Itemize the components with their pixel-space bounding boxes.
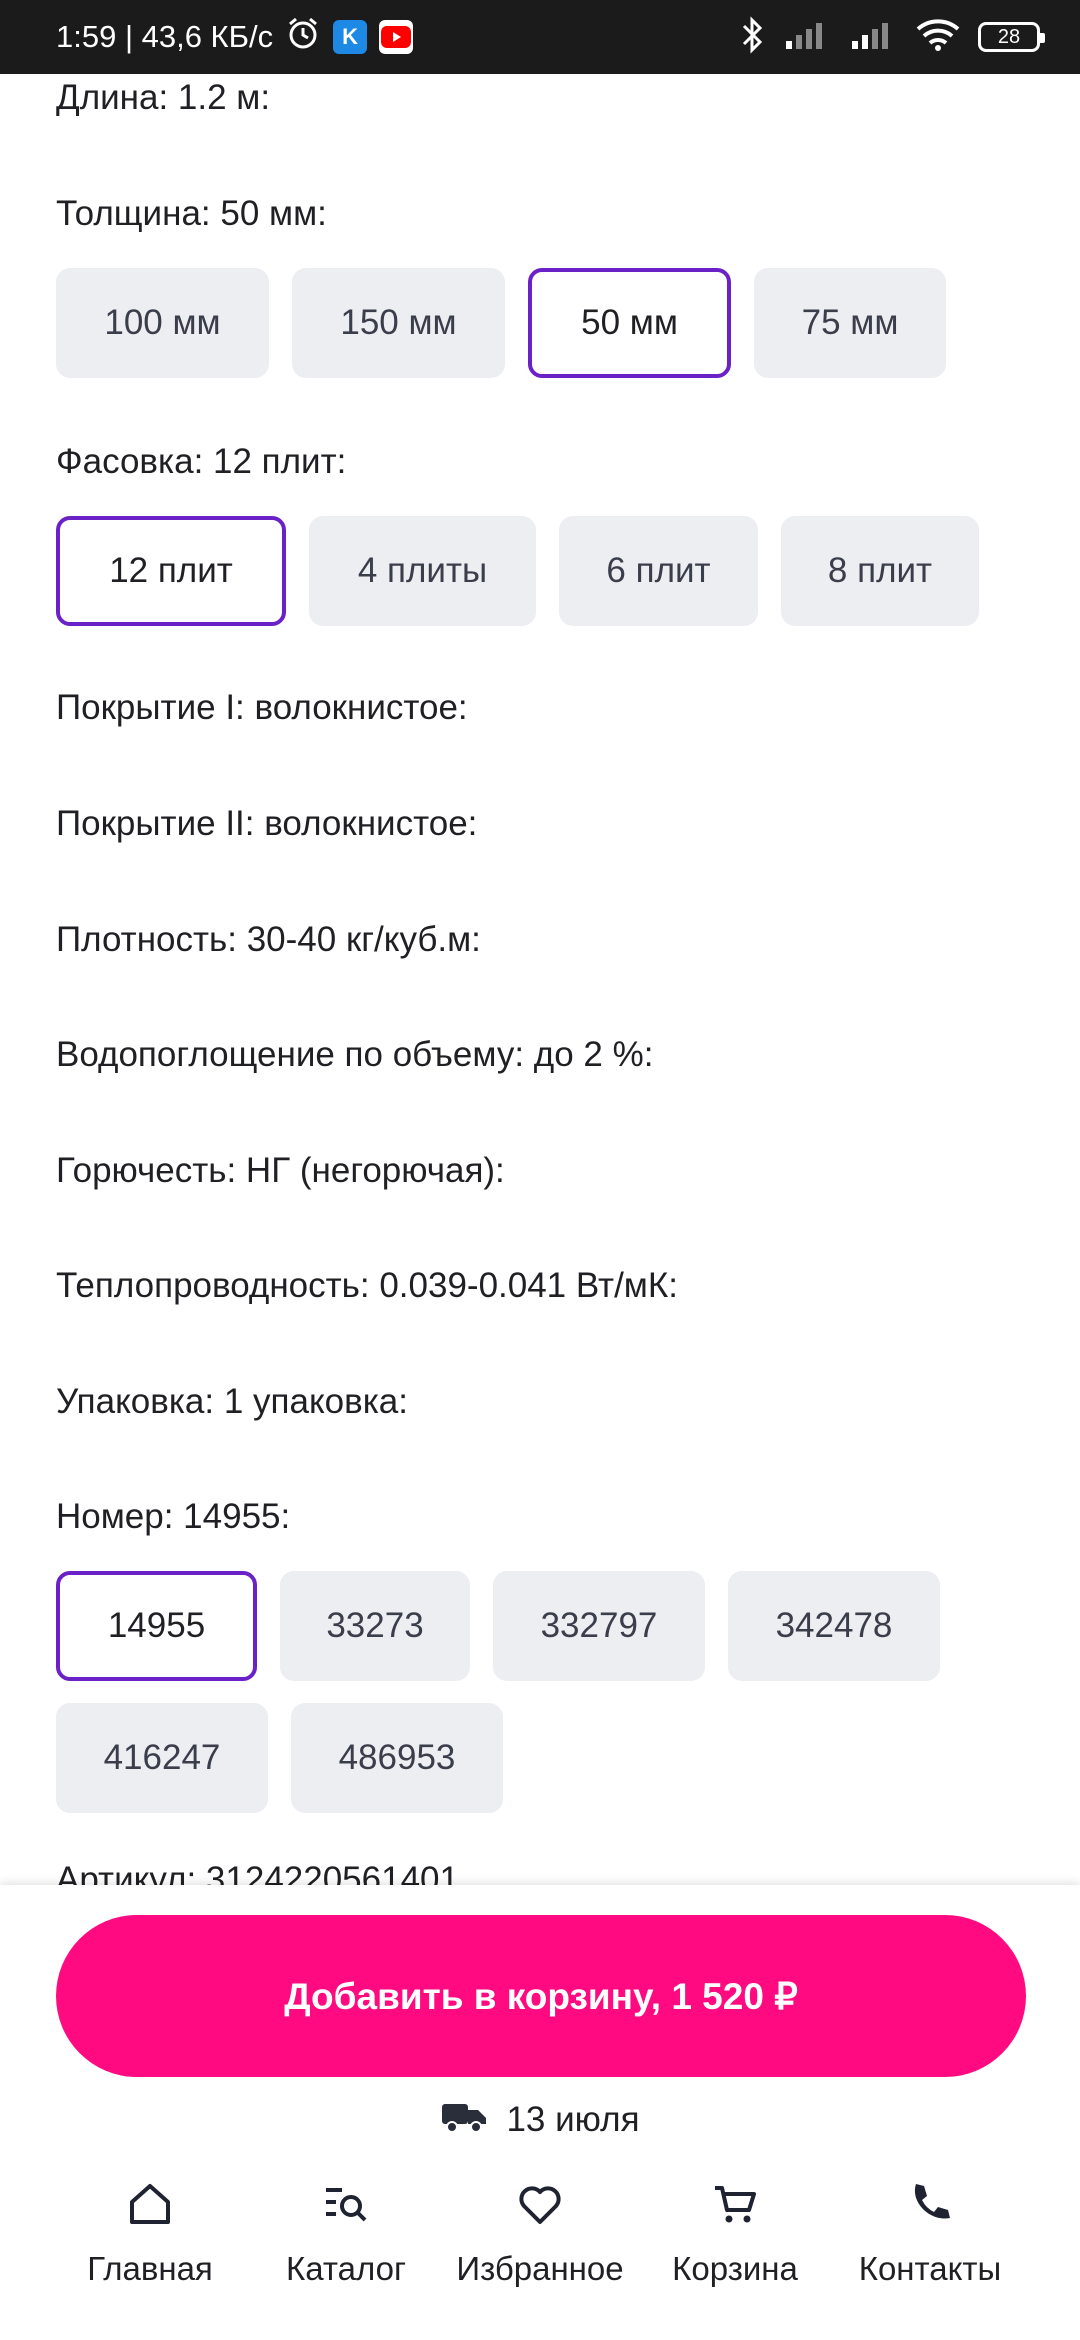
bottom-navigation: Главная Каталог Избранное Корзина Контак…: [0, 2180, 1080, 2330]
cart-icon: [711, 2180, 759, 2236]
thickness-options: 100 мм 150 мм 50 мм 75 мм: [56, 268, 946, 378]
number-option[interactable]: 332797: [493, 1571, 705, 1681]
number-option-selected[interactable]: 14955: [56, 1571, 257, 1681]
nav-favorites[interactable]: Избранное: [440, 2180, 640, 2288]
delivery-date: 13 июля: [506, 2100, 640, 2139]
number-option[interactable]: 416247: [56, 1703, 268, 1813]
signal-icon-2: [850, 19, 898, 56]
nav-cart[interactable]: Корзина: [635, 2180, 835, 2288]
attr-packing: Фасовка: 12 плит:: [56, 442, 347, 481]
number-options-row-2: 416247 486953: [56, 1703, 503, 1813]
thickness-option[interactable]: 100 мм: [56, 268, 269, 378]
packing-options: 12 плит 4 плиты 6 плит 8 плит: [56, 516, 979, 626]
phone-icon: [906, 2180, 954, 2236]
nav-catalog[interactable]: Каталог: [246, 2180, 446, 2288]
nav-home-label: Главная: [87, 2250, 213, 2287]
youtube-icon: [379, 20, 414, 54]
attr-coating-1: Покрытие I: волокнистое:: [56, 688, 468, 727]
wifi-icon: [916, 18, 960, 57]
packing-option-selected[interactable]: 12 плит: [56, 516, 286, 626]
heart-icon: [516, 2180, 564, 2236]
status-bar: 1:59 | 43,6 КБ/с K 28: [0, 0, 1080, 74]
nav-contacts[interactable]: Контакты: [830, 2180, 1030, 2288]
thickness-option[interactable]: 75 мм: [754, 268, 946, 378]
attr-number: Номер: 14955:: [56, 1497, 291, 1536]
k-app-icon: K: [333, 20, 368, 54]
truck-icon: [440, 2098, 488, 2143]
bluetooth-icon: [740, 15, 766, 59]
signal-icon: [784, 19, 832, 56]
nav-cart-label: Корзина: [672, 2250, 798, 2287]
alarm-icon: [285, 15, 321, 59]
attr-length: Длина: 1.2 м:: [56, 78, 271, 117]
attr-flammability: Горючесть: НГ (негорючая):: [56, 1151, 505, 1190]
nav-home[interactable]: Главная: [50, 2180, 250, 2288]
nav-contacts-label: Контакты: [858, 2250, 1002, 2287]
status-time-speed: 1:59 | 43,6 КБ/с: [56, 19, 274, 54]
delivery-info: 13 июля: [0, 2094, 1080, 2146]
catalog-search-icon: [322, 2180, 370, 2236]
attr-coating-2: Покрытие II: волокнистое:: [56, 804, 478, 843]
attr-water-absorption: Водопоглощение по объему: до 2 %:: [56, 1035, 654, 1074]
attr-package: Упаковка: 1 упаковка:: [56, 1382, 408, 1421]
thickness-option[interactable]: 150 мм: [292, 268, 505, 378]
battery-icon: 28: [978, 22, 1045, 52]
number-option[interactable]: 342478: [728, 1571, 940, 1681]
packing-option[interactable]: 8 плит: [781, 516, 979, 626]
thickness-option-selected[interactable]: 50 мм: [528, 268, 731, 378]
home-icon: [126, 2180, 174, 2236]
packing-option[interactable]: 6 плит: [559, 516, 758, 626]
attr-density: Плотность: 30-40 кг/куб.м:: [56, 920, 481, 959]
nav-favorites-label: Избранное: [456, 2250, 624, 2287]
attr-thickness: Толщина: 50 мм:: [56, 194, 327, 233]
number-option[interactable]: 486953: [291, 1703, 503, 1813]
attr-thermal-conductivity: Теплопроводность: 0.039-0.041 Вт/мК:: [56, 1266, 678, 1305]
attr-article-partial: Артикул: 3124220561401: [56, 1860, 459, 1886]
number-option[interactable]: 33273: [280, 1571, 470, 1681]
nav-catalog-label: Каталог: [286, 2250, 406, 2287]
number-options-row-1: 14955 33273 332797 342478: [56, 1571, 940, 1681]
packing-option[interactable]: 4 плиты: [309, 516, 536, 626]
add-to-cart-button[interactable]: Добавить в корзину, 1 520 ₽: [56, 1915, 1026, 2077]
